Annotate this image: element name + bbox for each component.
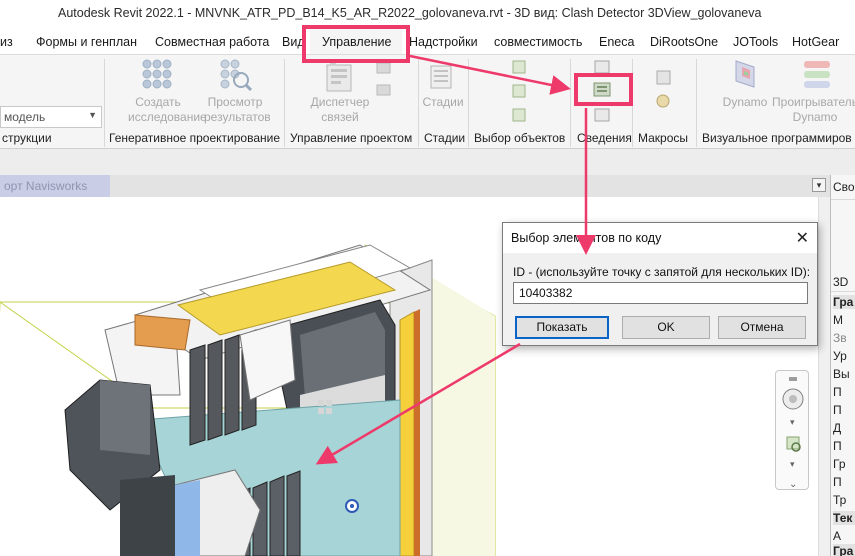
revit-window: Autodesk Revit 2022.1 - MNVNK_ATR_PD_B14… bbox=[0, 0, 855, 556]
arrow-to-element bbox=[315, 342, 521, 465]
arrow-to-select-by-id bbox=[409, 54, 571, 95]
annotation-arrows bbox=[315, 54, 596, 465]
